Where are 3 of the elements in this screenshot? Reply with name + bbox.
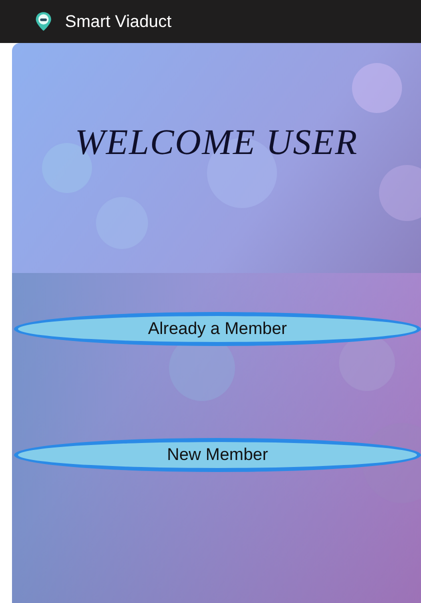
location-pin-icon — [35, 11, 52, 32]
app-title: Smart Viaduct — [65, 12, 172, 32]
welcome-heading: WELCOME USER — [75, 121, 358, 163]
